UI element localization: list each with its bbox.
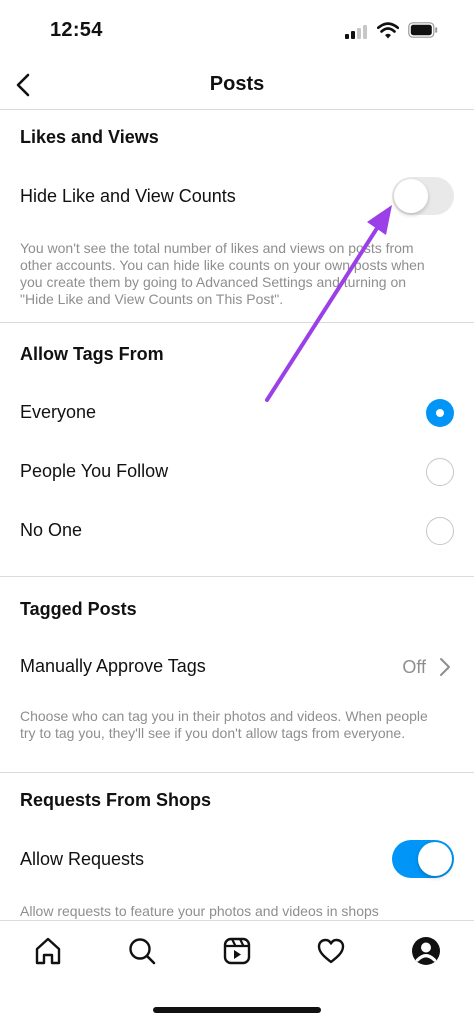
radio-option-label: No One (20, 520, 83, 540)
hide-counts-toggle[interactable] (392, 177, 454, 215)
posts-settings-screen: 12:54 Posts Likes and Views Hide Like an… (0, 0, 474, 1024)
radio-button[interactable] (426, 399, 454, 427)
manually-approve-tags-label: Manually Approve Tags (20, 656, 206, 676)
tab-activity[interactable] (315, 935, 347, 967)
navigation-bar: Posts (0, 64, 474, 110)
requests-from-shops-section: Requests From Shops Allow Requests Allow… (0, 773, 474, 920)
allow-tags-section: Allow Tags From Everyone People You Foll… (0, 323, 474, 577)
radio-button[interactable] (426, 458, 454, 486)
radio-option-label: Everyone (20, 402, 97, 422)
requests-from-shops-heading: Requests From Shops (20, 790, 212, 810)
chevron-right-icon (440, 658, 450, 676)
tab-search[interactable] (126, 935, 158, 967)
tab-reels[interactable] (221, 935, 253, 967)
home-icon (35, 937, 61, 965)
tab-profile[interactable] (410, 935, 442, 967)
toggle-knob (394, 179, 428, 213)
tagged-posts-heading: Tagged Posts (20, 599, 137, 619)
allow-tags-heading: Allow Tags From (20, 344, 164, 364)
tagged-posts-section: Tagged Posts Manually Approve Tags Off C… (0, 577, 474, 773)
profile-icon (412, 937, 440, 965)
hide-counts-label: Hide Like and View Counts (20, 186, 236, 206)
allow-requests-toggle[interactable] (392, 840, 454, 878)
search-icon (129, 938, 156, 965)
home-indicator (153, 1007, 321, 1013)
likes-views-heading: Likes and Views (20, 127, 159, 147)
likes-views-section: Likes and Views Hide Like and View Count… (0, 110, 474, 323)
manually-approve-tags-value: Off (402, 657, 426, 677)
status-bar: 12:54 (0, 0, 474, 64)
wifi-icon (377, 22, 399, 39)
radio-button[interactable] (426, 517, 454, 545)
status-time: 12:54 (50, 19, 103, 41)
tagged-posts-helper-text: Choose who can tag you in their photos a… (20, 708, 428, 741)
allow-requests-label: Allow Requests (20, 849, 145, 869)
toggle-knob (418, 842, 452, 876)
battery-icon (408, 22, 438, 38)
shops-helper-text: Allow requests to feature your photos an… (20, 903, 379, 919)
tab-home[interactable] (32, 935, 64, 967)
likes-views-helper-text: You won't see the total number of likes … (20, 240, 425, 307)
heart-icon (317, 938, 345, 964)
page-title: Posts (209, 73, 265, 95)
cellular-signal-icon (345, 25, 369, 39)
radio-option-label: People You Follow (20, 461, 169, 481)
reels-icon (223, 937, 251, 965)
